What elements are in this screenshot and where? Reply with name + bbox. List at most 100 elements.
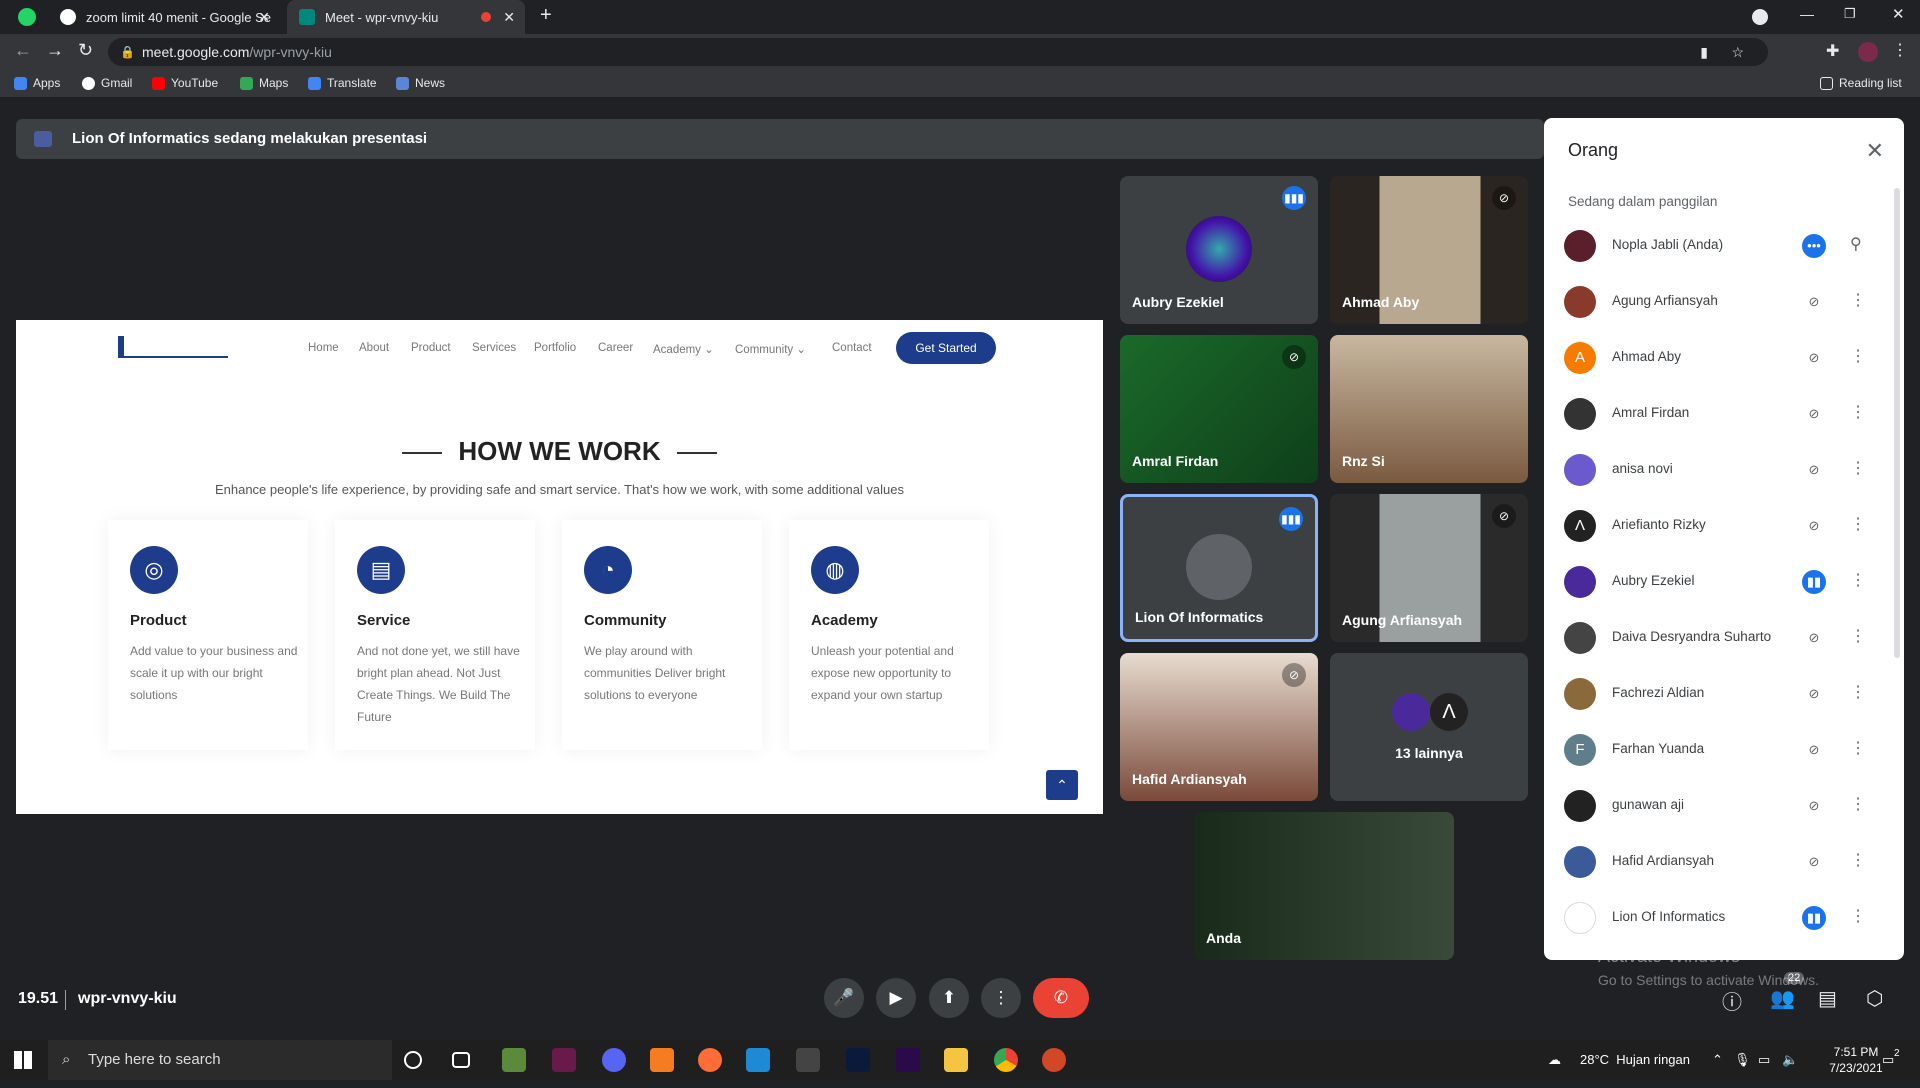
panel-scrollbar[interactable] bbox=[1894, 188, 1900, 658]
tile-amral-firdan[interactable]: ⊘ Amral Firdan bbox=[1120, 335, 1318, 483]
tile-ahmad-aby[interactable]: ⊘ Ahmad Aby bbox=[1330, 176, 1528, 324]
tile-lion-of-informatics[interactable]: ▮▮▮ Lion Of Informatics bbox=[1120, 494, 1318, 642]
participant-name: Lion Of Informatics bbox=[1612, 909, 1726, 924]
premiere-icon[interactable] bbox=[896, 1048, 920, 1072]
participant-row[interactable]: Lion Of Informatics ▮▮ ⋮ bbox=[1544, 890, 1889, 946]
more-vert-icon[interactable]: ⋮ bbox=[1850, 514, 1866, 534]
participant-row[interactable]: F Farhan Yuanda ⊘ ⋮ bbox=[1544, 722, 1889, 778]
avatar bbox=[1186, 534, 1252, 600]
bookmark-news[interactable]: News bbox=[396, 76, 445, 90]
tile-aubry-ezekiel[interactable]: ▮▮▮ Aubry Ezekiel bbox=[1120, 176, 1318, 324]
bookmarks-bar: Apps Gmail YouTube Maps Translate News R… bbox=[0, 70, 1920, 98]
participant-row[interactable]: Fachrezi Aldian ⊘ ⋮ bbox=[1544, 666, 1889, 722]
close-window-button[interactable]: ✕ bbox=[1892, 5, 1905, 23]
unity-icon[interactable] bbox=[796, 1048, 820, 1072]
extensions-icon[interactable]: ✚ bbox=[1826, 41, 1839, 61]
volume-icon[interactable]: 🔈 bbox=[1782, 1040, 1798, 1080]
whatsapp-icon[interactable] bbox=[18, 8, 36, 26]
info-icon[interactable]: ⓘ bbox=[1722, 986, 1742, 1015]
back-icon[interactable]: ← bbox=[14, 40, 32, 61]
profile-avatar[interactable] bbox=[1858, 42, 1878, 62]
participant-row[interactable]: Aubry Ezekiel ▮▮ ⋮ bbox=[1544, 554, 1889, 610]
file-explorer-icon[interactable] bbox=[944, 1048, 968, 1072]
pin-icon[interactable]: ⚲ bbox=[1850, 234, 1862, 254]
more-options-button[interactable]: ⋮ bbox=[981, 978, 1021, 1018]
windows-start-icon[interactable] bbox=[14, 1051, 32, 1069]
present-button[interactable]: ⬆ bbox=[929, 978, 969, 1018]
chat-icon[interactable]: ▤ bbox=[1818, 986, 1837, 1011]
camera-icon[interactable]: ▮ bbox=[1700, 38, 1708, 66]
more-vert-icon[interactable]: ⋮ bbox=[1850, 738, 1866, 758]
vectr-icon[interactable] bbox=[552, 1048, 576, 1072]
bookmark-star-icon[interactable]: ☆ bbox=[1731, 38, 1744, 66]
bookmark-gmail[interactable]: Gmail bbox=[82, 76, 132, 90]
site-nav-academy: Academy ⌄ bbox=[653, 344, 714, 356]
tab-google-search[interactable]: zoom limit 40 menit - Google Se ✕ bbox=[48, 0, 280, 34]
people-icon[interactable]: 👥 bbox=[1770, 986, 1795, 1011]
tab-search-icon[interactable] bbox=[1752, 9, 1768, 25]
more-vert-icon[interactable]: ⋮ bbox=[1850, 290, 1866, 310]
participant-row[interactable]: Daiva Desryandra Suharto ⊘ ⋮ bbox=[1544, 610, 1889, 666]
cortana-icon[interactable] bbox=[404, 1051, 422, 1069]
menu-icon[interactable]: ⋮ bbox=[1892, 40, 1908, 60]
reload-icon[interactable]: ↻ bbox=[78, 40, 93, 61]
more-vert-icon[interactable]: ⋮ bbox=[1850, 570, 1866, 590]
address-bar[interactable]: 🔒 meet.google.com/wpr-vnvy-kiu ▮ ☆ bbox=[108, 38, 1768, 66]
weather-text[interactable]: 28°C Hujan ringan bbox=[1580, 1040, 1690, 1080]
task-view-icon[interactable] bbox=[452, 1052, 470, 1068]
taskbar-search[interactable]: ⌕ Type here to search bbox=[48, 1040, 392, 1080]
more-vert-icon[interactable]: ⋮ bbox=[1850, 402, 1866, 422]
participant-row[interactable]: Nopla Jabli (Anda) ••• ⚲ bbox=[1544, 218, 1889, 274]
more-vert-icon[interactable]: ⋮ bbox=[1850, 906, 1866, 926]
reading-list[interactable]: Reading list bbox=[1820, 76, 1902, 90]
avatar bbox=[1564, 566, 1596, 598]
postman-icon[interactable] bbox=[698, 1048, 722, 1072]
participant-row[interactable]: Amral Firdan ⊘ ⋮ bbox=[1544, 386, 1889, 442]
tray-overflow-icon[interactable]: ⌃ bbox=[1712, 1040, 1723, 1080]
powerpoint-icon[interactable] bbox=[1042, 1048, 1066, 1072]
bookmark-youtube[interactable]: YouTube bbox=[152, 76, 218, 90]
camera-button[interactable]: ▶ bbox=[876, 978, 916, 1018]
xampp-icon[interactable] bbox=[650, 1048, 674, 1072]
participant-row[interactable]: anisa novi ⊘ ⋮ bbox=[1544, 442, 1889, 498]
vscode-icon[interactable] bbox=[746, 1048, 770, 1072]
forward-icon[interactable]: → bbox=[46, 40, 64, 61]
participant-row[interactable]: A Ahmad Aby ⊘ ⋮ bbox=[1544, 330, 1889, 386]
microphone-button[interactable]: 🎤 bbox=[824, 978, 864, 1018]
participant-row[interactable]: Agung Arfiansyah ⊘ ⋮ bbox=[1544, 274, 1889, 330]
tile-more-participants[interactable]: Λ 13 lainnya bbox=[1330, 653, 1528, 801]
more-vert-icon[interactable]: ⋮ bbox=[1850, 346, 1866, 366]
close-tab-icon[interactable]: ✕ bbox=[503, 9, 515, 26]
bookmark-apps[interactable]: Apps bbox=[14, 76, 60, 90]
network-icon[interactable]: ▭ bbox=[1758, 1040, 1770, 1080]
tile-rnz-si[interactable]: Rnz Si bbox=[1330, 335, 1528, 483]
more-vert-icon[interactable]: ⋮ bbox=[1850, 850, 1866, 870]
minimize-button[interactable]: — bbox=[1800, 6, 1814, 22]
more-vert-icon[interactable]: ⋮ bbox=[1850, 458, 1866, 478]
tab-title: Meet - wpr-vnvy-kiu bbox=[325, 9, 439, 25]
close-tab-icon[interactable]: ✕ bbox=[258, 9, 270, 26]
discord-icon[interactable] bbox=[602, 1048, 626, 1072]
tile-self[interactable]: Anda bbox=[1194, 812, 1454, 960]
more-vert-icon[interactable]: ⋮ bbox=[1850, 794, 1866, 814]
new-tab-button[interactable]: + bbox=[540, 4, 552, 27]
tab-meet[interactable]: Meet - wpr-vnvy-kiu ✕ bbox=[287, 0, 525, 34]
bookmark-maps[interactable]: Maps bbox=[240, 76, 288, 90]
participant-row[interactable]: Λ Ariefianto Rizky ⊘ ⋮ bbox=[1544, 498, 1889, 554]
activities-icon[interactable]: ⬡ bbox=[1866, 986, 1883, 1011]
minecraft-icon[interactable] bbox=[502, 1048, 526, 1072]
notification-icon[interactable]: ▭ bbox=[1882, 1040, 1894, 1080]
site-nav-portfolio: Portfolio bbox=[534, 342, 577, 354]
bookmark-translate[interactable]: Translate bbox=[308, 76, 377, 90]
participant-row[interactable]: gunawan aji ⊘ ⋮ bbox=[1544, 778, 1889, 834]
photoshop-icon[interactable] bbox=[846, 1048, 870, 1072]
more-vert-icon[interactable]: ⋮ bbox=[1850, 682, 1866, 702]
tile-hafid-ardiansyah[interactable]: ⊘ Hafid Ardiansyah bbox=[1120, 653, 1318, 801]
participant-row[interactable]: Hafid Ardiansyah ⊘ ⋮ bbox=[1544, 834, 1889, 890]
chrome-icon[interactable] bbox=[994, 1048, 1018, 1072]
close-icon[interactable]: ✕ bbox=[1866, 138, 1884, 164]
more-vert-icon[interactable]: ⋮ bbox=[1850, 626, 1866, 646]
restore-button[interactable]: ❐ bbox=[1844, 6, 1856, 22]
end-call-button[interactable]: ✆ bbox=[1033, 978, 1089, 1018]
tile-agung-arfiansyah[interactable]: ⊘ Agung Arfiansyah bbox=[1330, 494, 1528, 642]
